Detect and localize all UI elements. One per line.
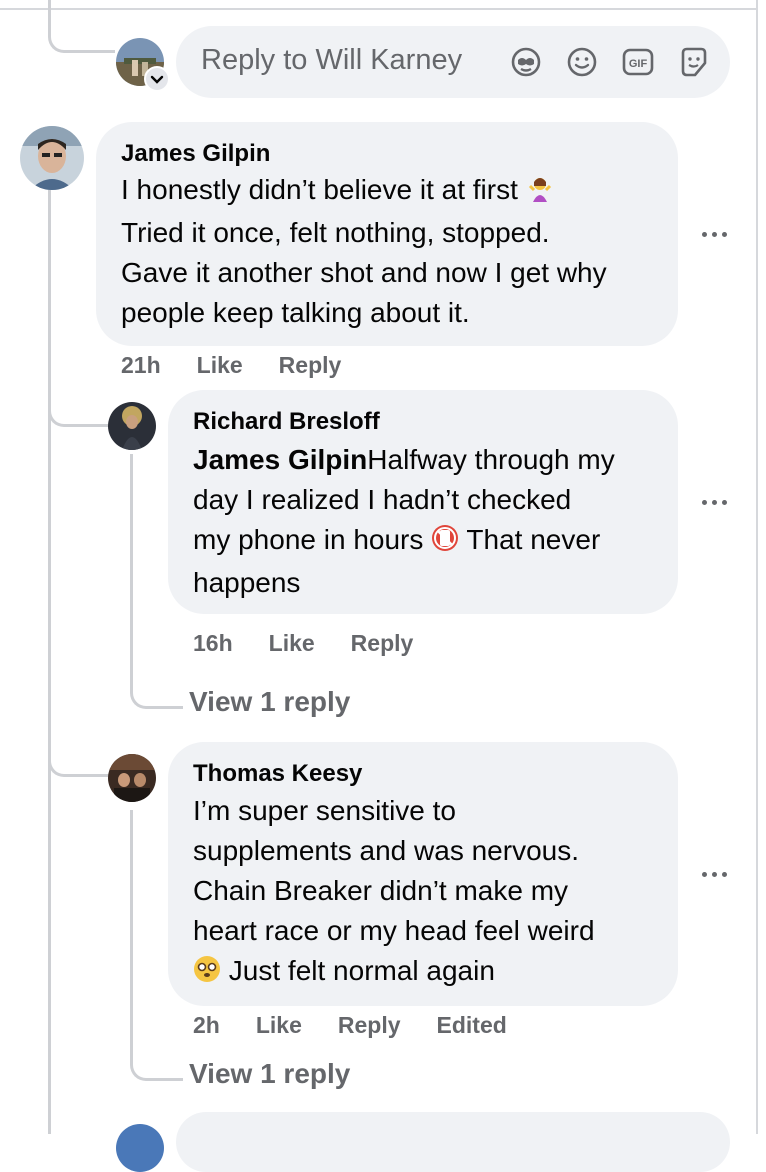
comment-bubble <box>176 1112 730 1172</box>
more-options-icon[interactable] <box>702 497 732 509</box>
comment-meta: 21h Like Reply <box>121 352 377 379</box>
thread-line <box>48 190 51 1134</box>
comment-text: I’m super sensitive to supplements and w… <box>193 791 673 994</box>
avatar[interactable] <box>108 754 156 802</box>
reply-input[interactable]: Reply to Will Karney GIF <box>176 26 730 98</box>
gif-icon[interactable]: GIF <box>621 45 655 79</box>
timestamp[interactable]: 21h <box>121 352 161 379</box>
reply-placeholder: Reply to Will Karney <box>201 44 463 76</box>
view-replies-link[interactable]: View 1 reply <box>189 1058 350 1090</box>
edited-label: Edited <box>436 1012 507 1038</box>
comment-author[interactable]: Richard Bresloff <box>193 408 380 436</box>
woman-shrugging-emoji <box>526 173 554 213</box>
comment-meta: 2h Like Reply Edited <box>193 1012 543 1039</box>
chevron-down-icon[interactable] <box>144 66 170 92</box>
avatar[interactable] <box>116 1124 164 1172</box>
thread-line <box>48 720 109 777</box>
timestamp[interactable]: 16h <box>193 630 233 657</box>
like-button[interactable]: Like <box>256 1012 302 1039</box>
comment-author[interactable]: Thomas Keesy <box>193 760 362 788</box>
comment-text: I honestly didn’t believe it at first Tr… <box>121 173 607 328</box>
like-button[interactable]: Like <box>269 630 315 657</box>
comment-text: James GilpinHalfway through my day I rea… <box>193 444 615 598</box>
reply-button[interactable]: Reply <box>338 1012 401 1039</box>
thread-line <box>48 380 109 427</box>
timestamp[interactable]: 2h <box>193 1012 220 1039</box>
no-mobile-phones-emoji <box>431 523 459 563</box>
avatar-sticker-icon[interactable] <box>509 45 543 79</box>
sticker-icon[interactable] <box>677 45 711 79</box>
reply-button[interactable]: Reply <box>351 630 414 657</box>
view-replies-link[interactable]: View 1 reply <box>189 686 350 718</box>
avatar[interactable] <box>20 126 84 190</box>
thread-line <box>48 0 115 53</box>
emoji-icon[interactable] <box>565 45 599 79</box>
more-options-icon[interactable] <box>702 869 732 881</box>
avatar[interactable] <box>108 402 156 450</box>
like-button[interactable]: Like <box>197 352 243 379</box>
reply-button[interactable]: Reply <box>279 352 342 379</box>
dizzy-face-emoji <box>193 954 221 994</box>
svg-text:GIF: GIF <box>629 58 648 70</box>
mention-tag[interactable]: James Gilpin <box>193 444 367 475</box>
right-border <box>756 0 766 1134</box>
comment-meta: 16h Like Reply <box>193 630 449 657</box>
comment-author[interactable]: James Gilpin <box>121 140 270 168</box>
more-options-icon[interactable] <box>702 229 732 241</box>
